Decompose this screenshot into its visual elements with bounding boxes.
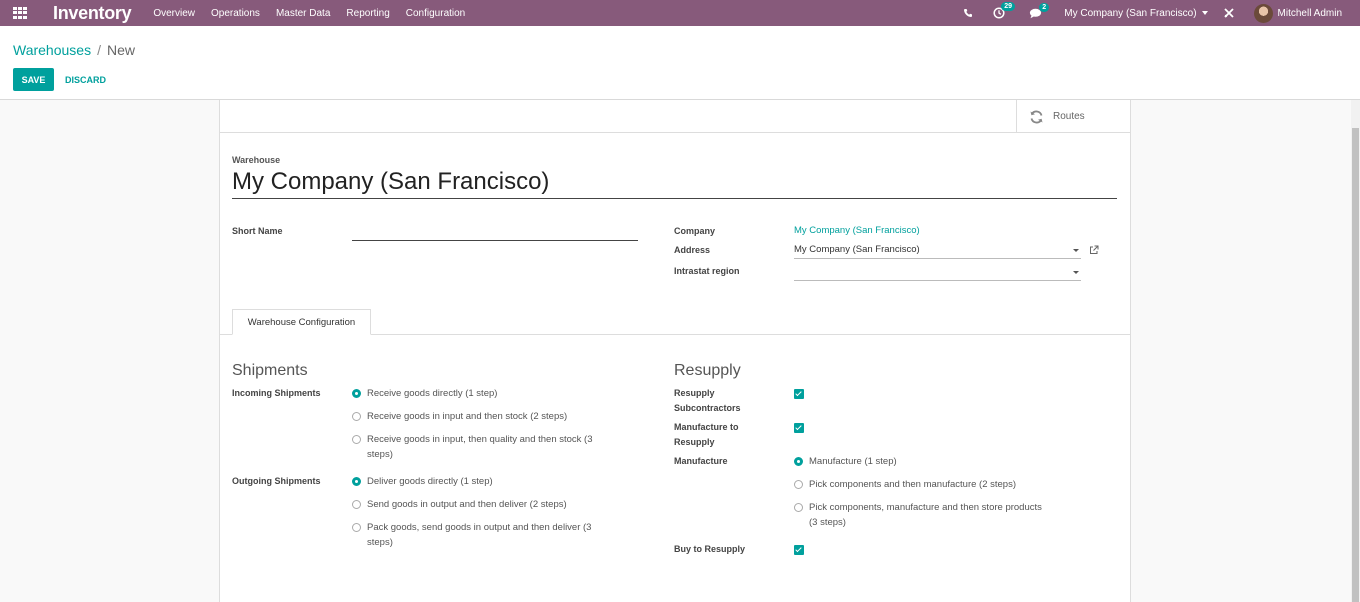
manufacture-option-3-steps[interactable]: Pick components, manufacture and then st… <box>794 500 1042 530</box>
option-label: Deliver goods directly (1 step) <box>367 476 493 487</box>
radio-unchecked-icon <box>794 503 803 512</box>
manufacture-to-resupply-label: Manufacture to Resupply <box>674 422 739 447</box>
main-menu: Overview Operations Master Data Reportin… <box>153 8 481 19</box>
resupply-title: Resupply <box>674 362 741 379</box>
menu-item-configuration[interactable]: Configuration <box>406 8 465 19</box>
incoming-shipments-label: Incoming Shipments <box>232 388 321 398</box>
caret-down-icon <box>1073 271 1079 274</box>
phone-icon[interactable] <box>963 8 973 18</box>
address-label: Address <box>674 245 711 255</box>
buy-to-resupply-checkbox[interactable] <box>794 545 804 555</box>
menu-item-operations[interactable]: Operations <box>211 8 260 19</box>
buy-to-resupply-label: Buy to Resupply <box>674 544 746 554</box>
option-label: Receive goods in input, then quality and… <box>367 434 593 460</box>
resupply-subcontractors-label: Resupply Subcontractors <box>674 388 741 413</box>
manufacture-option-2-steps[interactable]: Pick components and then manufacture (2 … <box>794 477 1016 492</box>
option-label: Manufacture (1 step) <box>809 456 897 467</box>
user-menu[interactable]: Mitchell Admin <box>1278 8 1342 19</box>
radio-unchecked-icon <box>352 500 361 509</box>
menu-item-reporting[interactable]: Reporting <box>346 8 389 19</box>
shipments-title: Shipments <box>232 362 308 379</box>
menu-item-master-data[interactable]: Master Data <box>276 8 330 19</box>
company-switcher[interactable]: My Company (San Francisco) <box>1064 7 1208 19</box>
chevron-down-icon <box>1201 11 1208 15</box>
activity-count-badge: 29 <box>1001 2 1016 11</box>
navbar-systray: 29 2 My Company (San Francisco) Mitchell… <box>963 0 1360 26</box>
routes-button[interactable]: Routes <box>1016 100 1130 133</box>
control-panel: Warehouses / New SAVE DISCARD <box>0 26 1360 100</box>
scrollbar-thumb[interactable] <box>1352 128 1359 602</box>
radio-unchecked-icon <box>352 435 361 444</box>
breadcrumb: Warehouses / New <box>13 42 135 58</box>
radio-checked-icon <box>352 477 361 486</box>
discard-button[interactable]: DISCARD <box>60 68 111 91</box>
debug-tools-icon[interactable] <box>1223 8 1234 18</box>
outgoing-shipments-label: Outgoing Shipments <box>232 476 321 486</box>
incoming-option-2-steps[interactable]: Receive goods in input and then stock (2… <box>352 409 567 424</box>
smart-button-box: Routes <box>220 100 1130 133</box>
top-navbar: Inventory Overview Operations Master Dat… <box>0 0 1360 26</box>
short-name-label: Short Name <box>232 226 283 236</box>
company-link[interactable]: My Company (San Francisco) <box>794 225 920 236</box>
option-label: Pick components, manufacture and then st… <box>809 502 1042 528</box>
form-sheet: Routes Warehouse My Company (San Francis… <box>219 100 1131 602</box>
outgoing-option-2-steps[interactable]: Send goods in output and then deliver (2… <box>352 497 567 512</box>
apps-menu-icon[interactable] <box>13 7 27 19</box>
messages-icon[interactable]: 2 <box>1029 2 1050 19</box>
resupply-subcontractors-checkbox[interactable] <box>794 389 804 399</box>
radio-checked-icon <box>794 457 803 466</box>
radio-checked-icon <box>352 389 361 398</box>
incoming-option-1-step[interactable]: Receive goods directly (1 step) <box>352 386 497 401</box>
radio-unchecked-icon <box>352 523 361 532</box>
activity-clock-icon[interactable]: 29 <box>993 2 1016 19</box>
caret-down-icon <box>1073 249 1079 252</box>
outgoing-option-1-step[interactable]: Deliver goods directly (1 step) <box>352 474 493 489</box>
warehouse-label: Warehouse <box>232 155 281 165</box>
breadcrumb-separator: / <box>97 42 101 58</box>
save-button[interactable]: SAVE <box>13 68 54 91</box>
address-select[interactable]: My Company (San Francisco) <box>794 244 1081 259</box>
user-avatar[interactable] <box>1253 3 1273 23</box>
radio-unchecked-icon <box>794 480 803 489</box>
incoming-option-3-steps[interactable]: Receive goods in input, then quality and… <box>352 432 593 462</box>
outgoing-option-3-steps[interactable]: Pack goods, send goods in output and the… <box>352 520 591 550</box>
refresh-icon <box>1030 110 1043 123</box>
option-label: Receive goods in input and then stock (2… <box>367 411 568 422</box>
messages-count-badge: 2 <box>1039 2 1050 12</box>
breadcrumb-warehouses[interactable]: Warehouses <box>13 42 91 58</box>
page-scrollbar[interactable] <box>1351 100 1360 602</box>
company-switcher-label: My Company (San Francisco) <box>1064 7 1197 19</box>
option-label: Receive goods directly (1 step) <box>367 388 498 399</box>
short-name-input[interactable] <box>352 227 638 241</box>
option-label: Pack goods, send goods in output and the… <box>367 522 592 548</box>
breadcrumb-current: New <box>106 42 135 58</box>
intrastat-region-label: Intrastat region <box>674 266 740 276</box>
address-value: My Company (San Francisco) <box>794 244 920 255</box>
warehouse-name-input[interactable]: My Company (San Francisco) <box>232 168 1117 199</box>
external-link-icon[interactable] <box>1089 245 1099 258</box>
intrastat-region-select[interactable] <box>794 266 1081 281</box>
menu-item-overview[interactable]: Overview <box>153 8 195 19</box>
manufacture-label: Manufacture <box>674 456 728 466</box>
option-label: Pick components and then manufacture (2 … <box>809 479 1017 490</box>
company-label: Company <box>674 226 716 236</box>
radio-unchecked-icon <box>352 412 361 421</box>
manufacture-option-1-step[interactable]: Manufacture (1 step) <box>794 454 897 469</box>
manufacture-to-resupply-checkbox[interactable] <box>794 423 804 433</box>
routes-button-label: Routes <box>1053 111 1085 122</box>
tab-warehouse-configuration[interactable]: Warehouse Configuration <box>232 309 371 335</box>
app-title[interactable]: Inventory <box>53 3 132 24</box>
option-label: Send goods in output and then deliver (2… <box>367 499 567 510</box>
